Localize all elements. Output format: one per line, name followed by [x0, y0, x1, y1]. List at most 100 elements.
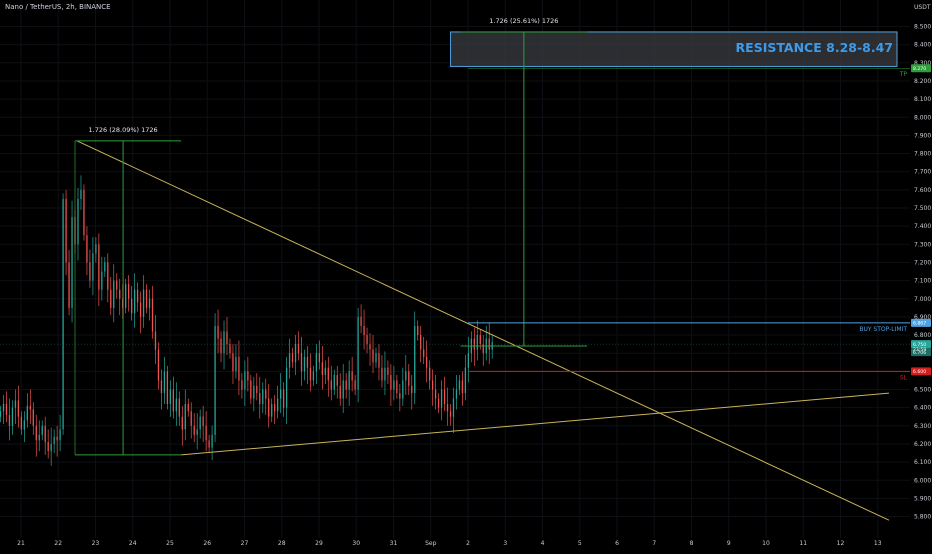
candle-body	[411, 385, 413, 394]
y-tick-label: 6.500	[914, 387, 931, 394]
y-tick-label: 8.400	[914, 42, 931, 49]
candle-body	[449, 411, 452, 417]
candle-body	[360, 316, 362, 326]
x-tick-label: 12	[837, 540, 845, 547]
candle-body	[175, 398, 177, 412]
y-tick-label: 7.400	[914, 223, 931, 230]
candle-body	[50, 443, 52, 452]
candle-body	[95, 244, 97, 254]
candle-body	[151, 298, 154, 332]
candle-body	[145, 289, 148, 308]
price-axis[interactable]: 5.800 5.900 6.000 6.100 6.200 6.300 6.400 6.500…	[911, 4, 931, 521]
candle-body	[205, 425, 207, 441]
candle-body	[297, 344, 300, 354]
candle-body	[238, 356, 240, 381]
candle-body	[291, 353, 294, 363]
candle-body	[262, 389, 264, 405]
trendline-descending	[76, 140, 890, 521]
candle-body	[163, 371, 166, 394]
candles-layer	[0, 175, 493, 466]
candle-body	[44, 425, 46, 443]
y-tick-label: 5.900	[914, 495, 931, 502]
candle-body	[68, 262, 70, 308]
candle-body	[458, 380, 461, 390]
candle-body	[366, 335, 368, 345]
candle-body	[309, 367, 312, 381]
x-tick-label: 8	[690, 540, 694, 547]
candle-body	[113, 280, 115, 308]
candle-body	[208, 440, 210, 448]
candle-body	[8, 414, 11, 426]
x-tick-label: Sep	[425, 540, 437, 547]
candle-body	[104, 262, 106, 272]
candle-body	[56, 436, 58, 441]
countdown-text: 23:59	[913, 347, 926, 353]
candle-body	[461, 380, 464, 394]
x-tick-label: 3	[503, 540, 507, 547]
candle-body	[116, 280, 118, 290]
candle-body	[71, 217, 73, 308]
measure-right-label: 1.726 (25.61%) 1726	[489, 17, 558, 25]
x-tick-label: 2	[466, 540, 470, 547]
x-tick-label: 9	[727, 540, 731, 547]
candle-body	[160, 380, 163, 394]
candle-body	[405, 371, 407, 381]
x-tick-label: 23	[92, 540, 100, 547]
candle-body	[11, 407, 14, 426]
candle-body	[417, 325, 419, 336]
y-tick-label: 8.200	[914, 78, 931, 85]
candle-body	[393, 380, 395, 390]
candle-body	[402, 380, 404, 399]
candle-body	[446, 404, 449, 412]
candle-body	[98, 244, 100, 290]
candle-body	[214, 325, 216, 435]
candle-body	[199, 416, 201, 430]
candle-body	[369, 344, 371, 350]
candle-body	[80, 189, 82, 199]
stop-loss-label: SL	[900, 374, 908, 381]
candle-body	[166, 371, 169, 405]
y-tick-label: 7.000	[914, 296, 931, 303]
candle-body	[277, 398, 279, 412]
candle-body	[342, 380, 344, 399]
x-tick-label: 31	[390, 540, 398, 547]
resistance-label: RESISTANCE 8.28-8.47	[736, 40, 893, 55]
candle-body	[467, 353, 470, 368]
candle-body	[476, 335, 478, 350]
candle-body	[41, 425, 43, 435]
candle-body	[62, 198, 64, 430]
candle-body	[187, 404, 189, 412]
candle-body	[190, 411, 192, 426]
candle-body	[0, 411, 2, 417]
price-chart[interactable]: 1.726 (28.09%) 1726 1.726 (25.61%) 1726 RE…	[0, 0, 932, 550]
candle-body	[77, 198, 79, 245]
candle-body	[396, 380, 398, 394]
candle-body	[89, 262, 91, 281]
candle-body	[408, 371, 410, 386]
candle-body	[229, 344, 231, 354]
x-tick-label: 21	[17, 540, 25, 547]
y-tick-label: 6.000	[914, 477, 931, 484]
y-tick-label: 6.200	[914, 441, 931, 448]
candle-body	[455, 389, 458, 399]
candle-body	[157, 349, 160, 381]
candle-body	[306, 356, 309, 368]
candle-body	[241, 380, 243, 390]
buy-stop-limit-badge-text: 6.867	[913, 321, 926, 327]
candle-body	[133, 289, 136, 314]
candle-body	[235, 356, 237, 372]
candle-body	[148, 298, 151, 308]
candle-body	[125, 284, 127, 308]
y-tick-label: 7.200	[914, 259, 931, 266]
candle-body	[101, 271, 103, 290]
y-tick-label: 6.100	[914, 459, 931, 466]
candle-body	[265, 389, 267, 399]
x-tick-label: 11	[799, 540, 807, 547]
candle-body	[431, 380, 434, 390]
candle-body	[336, 374, 338, 386]
candle-body	[110, 289, 112, 308]
x-tick-label: 28	[278, 540, 286, 547]
candle-body	[294, 344, 297, 363]
candle-body	[333, 374, 335, 390]
chart-area[interactable]: 1.726 (28.09%) 1726 1.726 (25.61%) 1726 RE…	[0, 0, 932, 550]
